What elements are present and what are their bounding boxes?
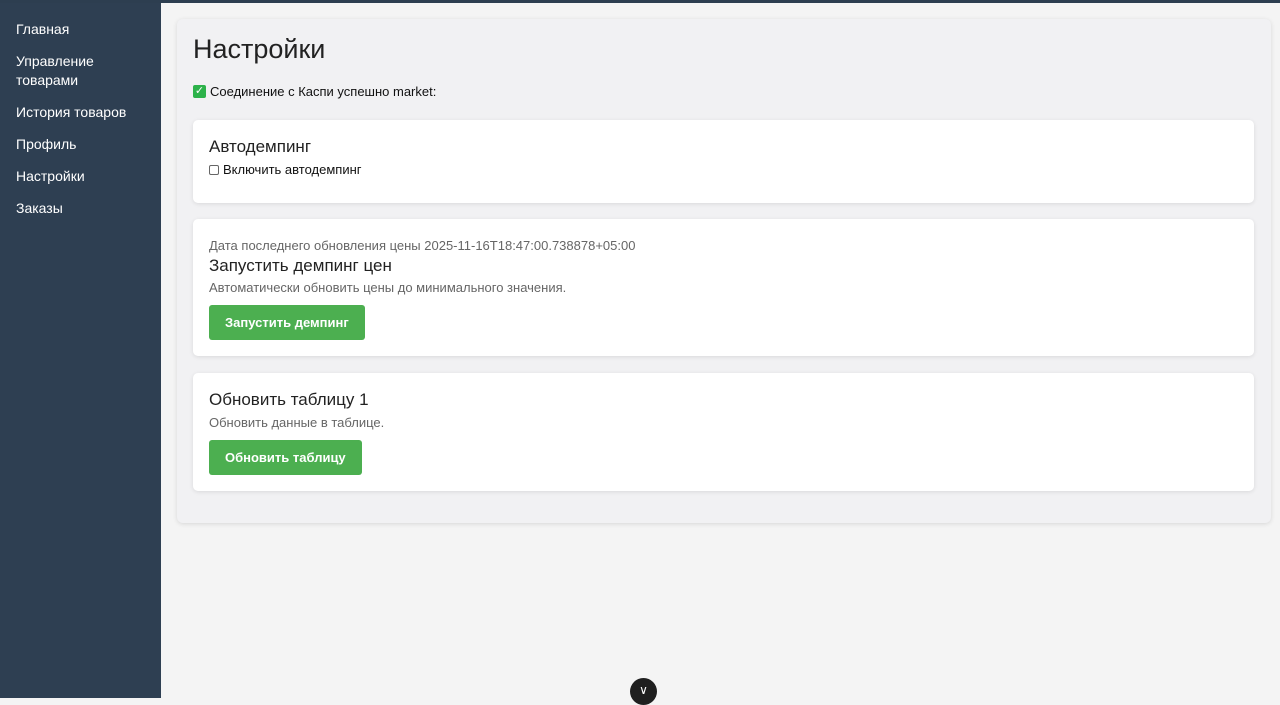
autodumping-card: Автодемпинг Включить автодемпинг	[193, 120, 1254, 203]
check-icon: ✓	[193, 85, 206, 98]
connection-status-text: Соединение с Каспи успешно market:	[210, 84, 437, 99]
autodumping-checkbox-label: Включить автодемпинг	[223, 162, 362, 177]
autodumping-toggle[interactable]: Включить автодемпинг	[209, 162, 362, 177]
table-title: Обновить таблицу 1	[209, 390, 369, 409]
settings-panel: Настройки ✓ Соединение с Каспи успешно m…	[177, 19, 1271, 523]
sidebar-item-products[interactable]: Управление товарами	[0, 50, 161, 92]
dumping-title: Запустить демпинг цен	[209, 256, 392, 275]
table-description: Обновить данные в таблице.	[209, 415, 385, 430]
sidebar-item-orders[interactable]: Заказы	[0, 197, 161, 220]
main-content: Настройки ✓ Соединение с Каспи успешно m…	[161, 3, 1280, 705]
last-update-text: Дата последнего обновления цены 2025-11-…	[209, 238, 636, 253]
sidebar-item-home[interactable]: Главная	[0, 18, 161, 41]
dumping-card: Дата последнего обновления цены 2025-11-…	[193, 219, 1254, 356]
sidebar-item-history[interactable]: История товаров	[0, 101, 161, 124]
sidebar-item-settings[interactable]: Настройки	[0, 165, 161, 188]
dumping-description: Автоматически обновить цены до минимальн…	[209, 280, 567, 295]
page-title: Настройки	[193, 34, 326, 64]
sidebar-item-profile[interactable]: Профиль	[0, 133, 161, 156]
table-card: Обновить таблицу 1 Обновить данные в таб…	[193, 373, 1254, 491]
start-dumping-button[interactable]: Запустить демпинг	[209, 305, 365, 340]
autodumping-checkbox[interactable]	[209, 164, 219, 175]
chevron-down-icon[interactable]: ∨	[630, 678, 657, 705]
update-table-button[interactable]: Обновить таблицу	[209, 440, 362, 475]
connection-status: ✓ Соединение с Каспи успешно market:	[193, 84, 436, 99]
autodumping-title: Автодемпинг	[209, 137, 312, 156]
sidebar: Главная Управление товарами История това…	[0, 3, 161, 698]
